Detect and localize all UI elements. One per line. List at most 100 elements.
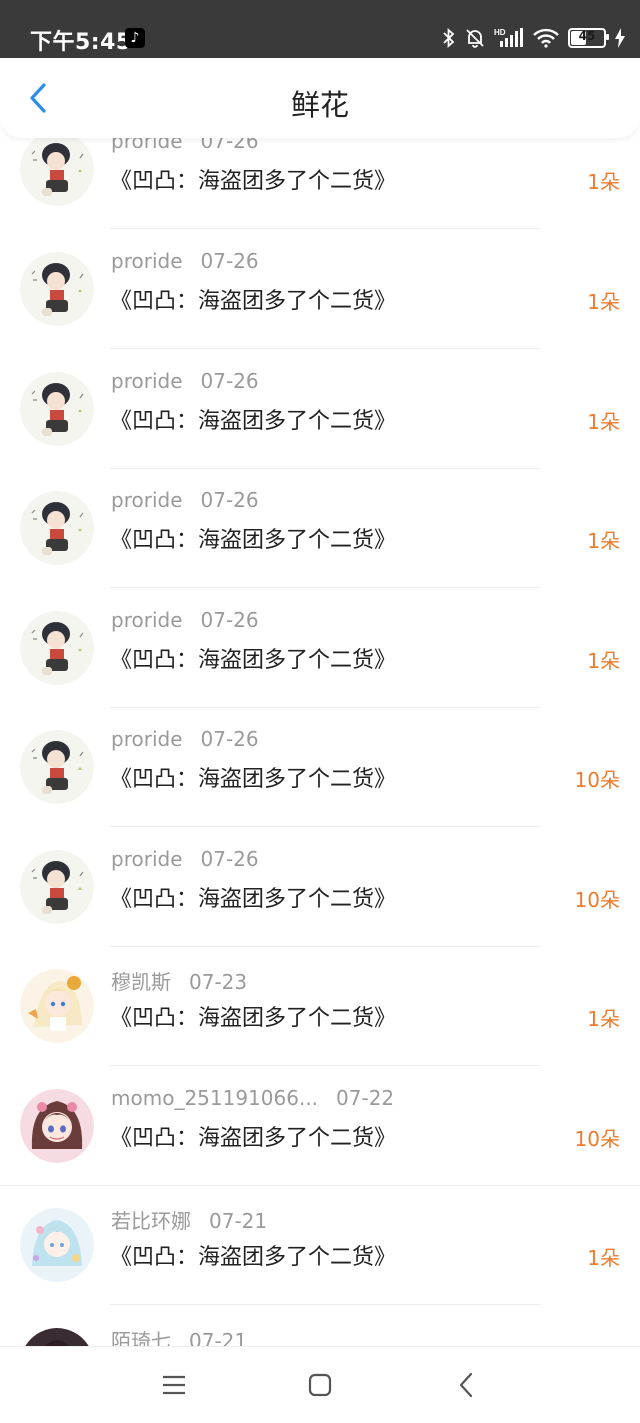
item-meta: momo_251191066... 07-22 (111, 1086, 394, 1110)
book-title[interactable]: 《凹凸：海盗团多了个二货》 (110, 1000, 396, 1032)
book-title[interactable]: 《凹凸：海盗团多了个二货》 (110, 522, 396, 554)
item-meta: proride 07-26 (111, 488, 259, 512)
user-name[interactable]: proride (111, 369, 183, 393)
user-name[interactable]: proride (111, 847, 183, 871)
tiktok-icon: ♪ (125, 28, 145, 48)
item-meta: 陌琦七 07-21 (111, 1325, 247, 1346)
user-name[interactable]: proride (111, 488, 183, 512)
item-date: 07-26 (200, 249, 259, 273)
item-date: 07-26 (200, 488, 259, 512)
item-date: 07-26 (200, 608, 259, 632)
divider (110, 348, 540, 349)
book-title[interactable]: 《凹凸：海盗团多了个二货》 (110, 1120, 396, 1152)
item-meta: proride 07-26 (111, 608, 259, 632)
user-name[interactable]: proride (111, 249, 183, 273)
book-title[interactable]: 《凹凸：海盗团多了个二货》 (110, 761, 396, 793)
divider (110, 587, 540, 588)
book-title[interactable]: 《凹凸：海盗团多了个二货》 (110, 403, 396, 435)
user-avatar[interactable] (20, 1208, 94, 1282)
flower-count: 10朵 (574, 1127, 620, 1151)
divider (0, 1185, 640, 1186)
item-meta: proride 07-26 (111, 727, 259, 751)
flower-count: 10朵 (574, 888, 620, 912)
system-nav-bar (0, 1346, 640, 1423)
item-meta: proride 07-26 (111, 369, 259, 393)
home-button[interactable] (302, 1369, 338, 1401)
divider (110, 946, 540, 947)
list-item[interactable]: proride 07-26 《凹凸：海盗团多了个二货》 1朵 (0, 485, 640, 604)
user-name[interactable]: proride (111, 727, 183, 751)
user-avatar[interactable] (20, 138, 94, 206)
list-item[interactable]: momo_251191066... 07-22 《凹凸：海盗团多了个二货》 10朵 (0, 1083, 640, 1202)
flower-count: 1朵 (587, 1246, 620, 1270)
item-date: 07-26 (200, 727, 259, 751)
user-name[interactable]: 陌琦七 (111, 1329, 171, 1346)
menu-button[interactable] (156, 1369, 192, 1401)
divider (110, 707, 540, 708)
book-title[interactable]: 《凹凸：海盗团多了个二货》 (110, 881, 396, 913)
divider (110, 468, 540, 469)
item-date: 07-23 (189, 970, 248, 994)
status-time: 下午5:45 (30, 30, 132, 55)
home-square-icon (308, 1373, 332, 1397)
flower-count: 1朵 (587, 410, 620, 434)
list-item[interactable]: proride 07-26 《凹凸：海盗团多了个二货》 10朵 (0, 844, 640, 963)
divider (110, 1065, 540, 1066)
divider (110, 228, 540, 229)
user-avatar[interactable] (20, 730, 94, 804)
item-date: 07-26 (200, 138, 259, 153)
svg-text:HD: HD (494, 28, 506, 37)
item-meta: proride 07-26 (111, 138, 259, 153)
item-meta: proride 07-26 (111, 249, 259, 273)
user-name[interactable]: 穆凯斯 (111, 970, 171, 994)
list-item[interactable]: proride 07-26 《凹凸：海盗团多了个二货》 10朵 (0, 724, 640, 843)
user-name[interactable]: momo_251191066... (111, 1086, 318, 1110)
user-avatar[interactable] (20, 850, 94, 924)
user-avatar[interactable] (20, 372, 94, 446)
flower-count: 1朵 (587, 290, 620, 314)
user-avatar[interactable] (20, 491, 94, 565)
item-meta: 若比环娜 07-21 (111, 1205, 267, 1234)
page-title: 鲜花 (290, 88, 349, 122)
flower-count: 10朵 (574, 768, 620, 792)
book-title[interactable]: 《凹凸：海盗团多了个二货》 (110, 283, 396, 315)
status-bar: 下午5:45 ♪ HD 45 (0, 0, 640, 58)
flower-list[interactable]: proride 07-26 《凹凸：海盗团多了个二货》 1朵 proride 07-… (0, 138, 640, 1346)
list-item[interactable]: 陌琦七 07-21 (0, 1322, 640, 1346)
flower-count: 1朵 (587, 649, 620, 673)
title-bar: 鲜花 (0, 58, 640, 138)
bluetooth-icon (443, 27, 455, 49)
status-icons: HD 45 (442, 25, 626, 51)
item-meta: proride 07-26 (111, 847, 259, 871)
user-avatar[interactable] (20, 252, 94, 326)
list-item[interactable]: 若比环娜 07-21 《凹凸：海盗团多了个二货》 1朵 (0, 1202, 640, 1321)
flower-count: 1朵 (587, 170, 620, 194)
divider (110, 826, 540, 827)
battery-level: 45 (578, 29, 596, 43)
battery-indicator: 45 (568, 28, 609, 48)
book-title[interactable]: 《凹凸：海盗团多了个二货》 (110, 163, 396, 195)
list-item[interactable]: proride 07-26 《凹凸：海盗团多了个二货》 1朵 (0, 605, 640, 724)
item-meta: 穆凯斯 07-23 (111, 966, 247, 995)
chevron-left-icon (459, 1372, 473, 1398)
list-item[interactable]: 穆凯斯 07-23 《凹凸：海盗团多了个二货》 1朵 (0, 963, 640, 1082)
item-date: 07-26 (200, 847, 259, 871)
user-name[interactable]: proride (111, 138, 183, 153)
user-name[interactable]: proride (111, 608, 183, 632)
list-item[interactable]: proride 07-26 《凹凸：海盗团多了个二货》 1朵 (0, 246, 640, 365)
item-date: 07-21 (209, 1209, 268, 1233)
list-item[interactable]: proride 07-26 《凹凸：海盗团多了个二货》 1朵 (0, 138, 640, 245)
wifi-icon (533, 28, 559, 48)
user-avatar[interactable] (20, 1328, 94, 1346)
book-title[interactable]: 《凹凸：海盗团多了个二货》 (110, 1239, 396, 1271)
system-back-button[interactable] (448, 1369, 484, 1401)
user-avatar[interactable] (20, 969, 94, 1043)
list-item[interactable]: proride 07-26 《凹凸：海盗团多了个二货》 1朵 (0, 366, 640, 485)
divider (110, 1304, 540, 1305)
item-date: 07-22 (336, 1086, 395, 1110)
user-avatar[interactable] (20, 611, 94, 685)
user-avatar[interactable] (20, 1089, 94, 1163)
book-title[interactable]: 《凹凸：海盗团多了个二货》 (110, 642, 396, 674)
user-name[interactable]: 若比环娜 (111, 1209, 191, 1233)
charging-icon (615, 28, 625, 48)
